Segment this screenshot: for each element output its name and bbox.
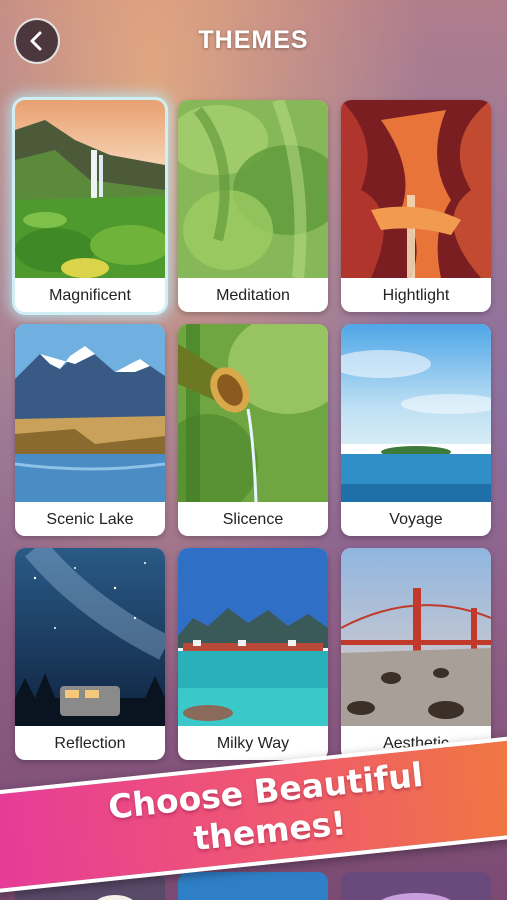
theme-card-peek[interactable] (178, 872, 328, 900)
night-sky-camper-image (15, 548, 165, 726)
theme-card-magnificent[interactable]: Magnificent (15, 100, 165, 312)
theme-label: Milky Way (216, 735, 290, 752)
theme-label: Scenic Lake (46, 511, 134, 528)
theme-card-slicence[interactable]: Slicence (178, 324, 328, 536)
waterfall-image (15, 100, 165, 278)
theme-card-meditation[interactable]: Meditation (178, 100, 328, 312)
theme-card-reflection[interactable]: Reflection (15, 548, 165, 760)
mountain-lake-image (15, 324, 165, 502)
theme-card-milky-way[interactable]: Milky Way (178, 548, 328, 760)
bamboo-leaves-image (178, 100, 328, 278)
ocean-island-image (341, 324, 491, 502)
theme-label: Reflection (54, 735, 126, 752)
theme-label: Meditation (216, 287, 290, 304)
harbor-village-image (178, 548, 328, 726)
theme-label: Magnificent (49, 287, 131, 304)
flower-image (381, 893, 451, 900)
theme-label: Slicence (222, 511, 284, 528)
page-title: THEMES (198, 26, 309, 54)
theme-card-scenic-lake[interactable]: Scenic Lake (15, 324, 165, 536)
theme-card-peek[interactable] (341, 872, 491, 900)
golden-gate-bridge-image (341, 548, 491, 726)
theme-label: Hightlight (382, 287, 450, 304)
theme-label: Voyage (389, 511, 443, 528)
theme-card-aesthetic[interactable]: Aesthetic (341, 548, 491, 760)
top-bar: THEMES (0, 0, 507, 84)
canyon-image (341, 100, 491, 278)
bamboo-fountain-image (178, 324, 328, 502)
promo-text: Choose Beautiful themes! (45, 748, 491, 874)
theme-card-hightlight[interactable]: Hightlight (341, 100, 491, 312)
theme-card-voyage[interactable]: Voyage (341, 324, 491, 536)
